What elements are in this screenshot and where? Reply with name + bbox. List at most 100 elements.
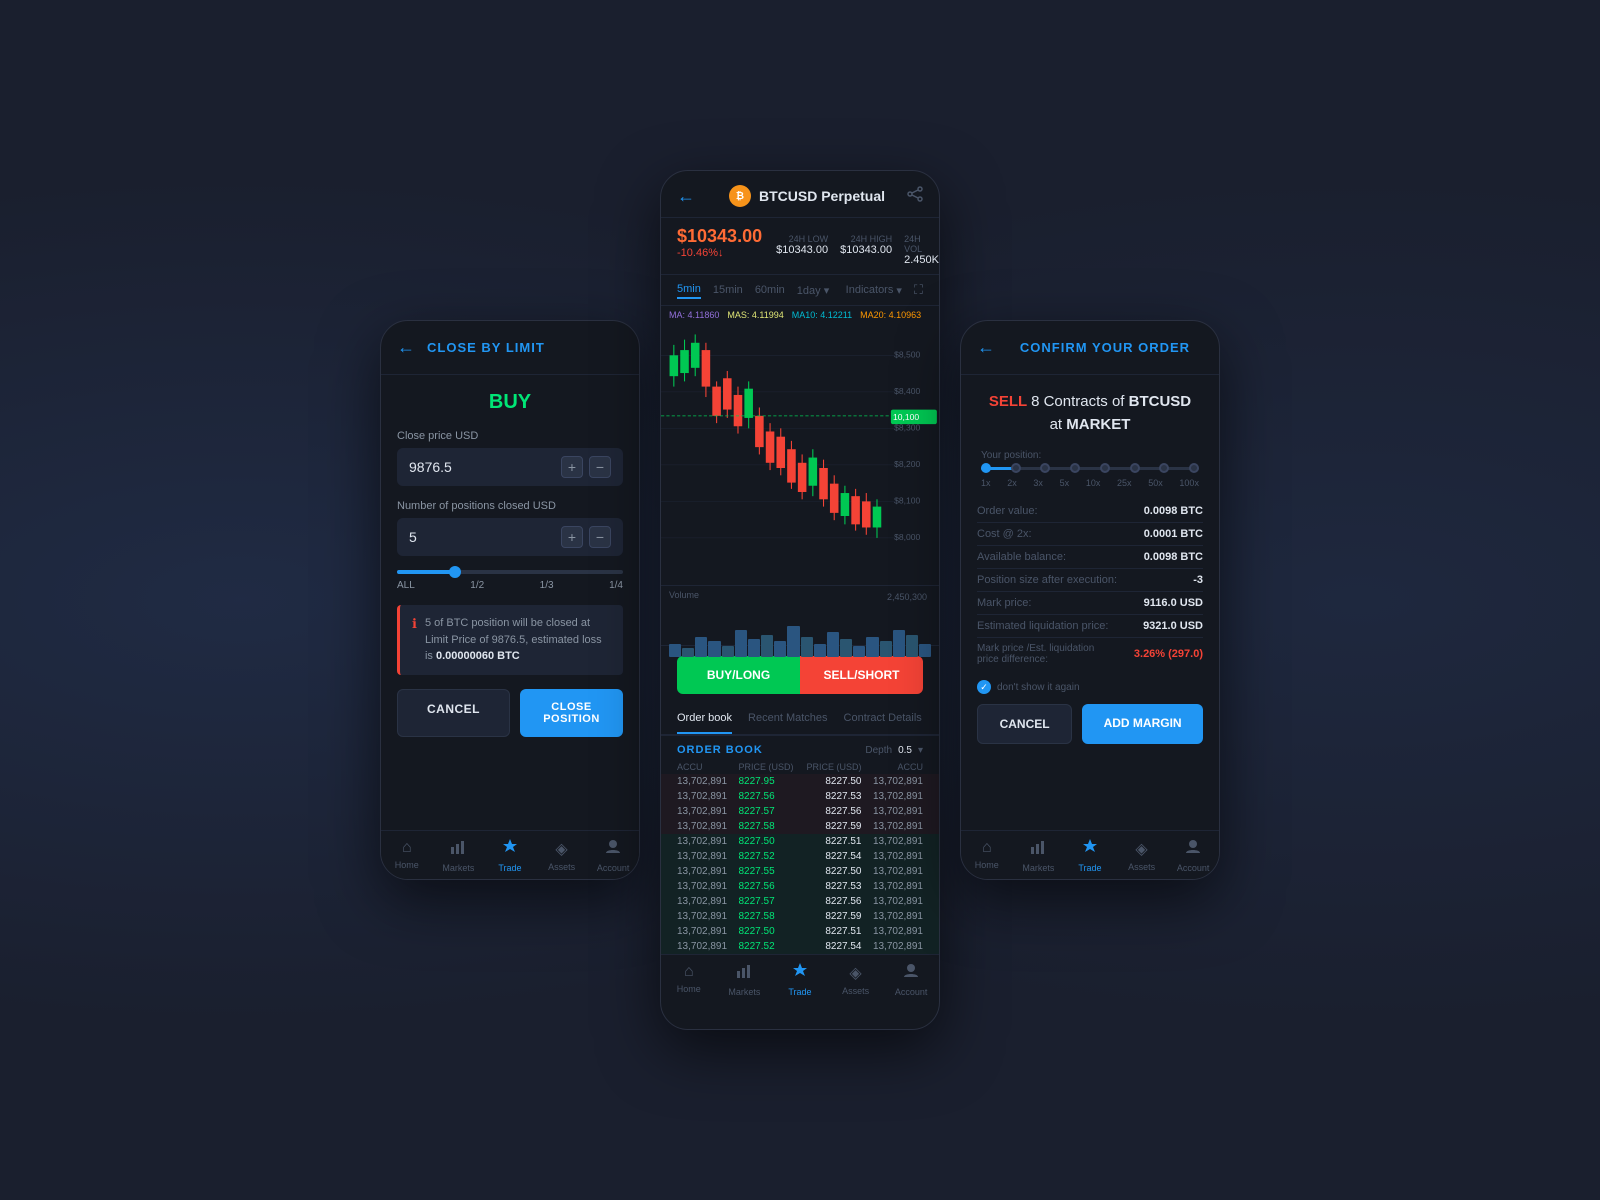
assets-icon: ◈ — [555, 839, 567, 859]
tab-15min[interactable]: 15min — [713, 282, 743, 298]
orderbook-row-8[interactable]: 13,702,891 8227.57 8227.56 13,702,891 — [661, 894, 939, 909]
accu-left: 13,702,891 — [677, 881, 739, 892]
account-label: Account — [1177, 863, 1210, 873]
add-margin-button[interactable]: ADD MARGIN — [1082, 704, 1203, 744]
close-price-input[interactable]: 9876.5 + − — [397, 448, 623, 486]
tab-recent-matches[interactable]: Recent Matches — [748, 704, 827, 734]
slider-label-quarter[interactable]: 1/4 — [609, 580, 623, 591]
right-nav-trade[interactable]: Trade — [1064, 839, 1116, 873]
col-accu-left: ACCU — [677, 762, 739, 772]
orderbook-row-2[interactable]: 13,702,891 8227.57 8227.56 13,702,891 — [661, 804, 939, 819]
buy-long-button[interactable]: BUY/LONG — [677, 656, 800, 694]
orderbook-row-11[interactable]: 13,702,891 8227.52 8227.54 13,702,891 — [661, 939, 939, 954]
detail-liquidation: Estimated liquidation price: 9321.0 USD — [977, 615, 1203, 638]
nav-trade[interactable]: Trade — [484, 839, 536, 873]
mult-1x: 1x — [981, 478, 991, 488]
action-buttons: CANCEL CLOSE POSITION — [397, 689, 623, 737]
chart-area: MA: 4.11860 MAS: 4.11994 MA10: 4.12211 M… — [661, 306, 939, 586]
slider-label-third[interactable]: 1/3 — [540, 580, 554, 591]
back-arrow-icon[interactable]: ← — [397, 337, 415, 358]
close-price-value: 9876.5 — [409, 459, 561, 475]
tab-orderbook[interactable]: Order book — [677, 704, 732, 734]
fullscreen-icon[interactable]: ⛶ — [914, 282, 923, 298]
center-nav-home[interactable]: ⌂ Home — [661, 963, 717, 997]
confirm-cancel-button[interactable]: CANCEL — [977, 704, 1072, 744]
orderbook-row-0[interactable]: 13,702,891 8227.95 8227.50 13,702,891 — [661, 774, 939, 789]
orderbook-row-3[interactable]: 13,702,891 8227.58 8227.59 13,702,891 — [661, 819, 939, 834]
nav-account[interactable]: Account — [587, 839, 639, 873]
indicators-btn[interactable]: Indicators▾ — [846, 284, 902, 297]
mult-2x: 2x — [1007, 478, 1017, 488]
positions-value: 5 — [409, 529, 561, 545]
tab-60min[interactable]: 60min — [755, 282, 785, 298]
center-nav-trade[interactable]: Trade — [772, 963, 828, 997]
order-action: SELL — [989, 393, 1031, 410]
tab-5min[interactable]: 5min — [677, 281, 701, 299]
account-label: Account — [597, 863, 630, 873]
coin-name: BTCUSD Perpetual — [759, 188, 885, 204]
position-slider[interactable]: ALL 1/2 1/3 1/4 — [397, 570, 623, 591]
vol-bar — [814, 644, 826, 658]
orderbook-row-1[interactable]: 13,702,891 8227.56 8227.53 13,702,891 — [661, 789, 939, 804]
tab-1day[interactable]: 1day ▾ — [797, 282, 829, 299]
right-back-arrow[interactable]: ← — [977, 337, 995, 358]
orderbook-row-6[interactable]: 13,702,891 8227.55 8227.50 13,702,891 — [661, 864, 939, 879]
right-nav-markets[interactable]: Markets — [1013, 839, 1065, 873]
accu-right: 13,702,891 — [862, 821, 924, 832]
tab-contract-details[interactable]: Contract Details — [844, 704, 922, 734]
depth-selector[interactable]: Depth 0.5 ▾ — [865, 745, 923, 756]
slider-label-half[interactable]: 1/2 — [470, 580, 484, 591]
svg-text:$8,400: $8,400 — [894, 386, 920, 396]
accu-left: 13,702,891 — [677, 836, 739, 847]
nav-markets[interactable]: Markets — [433, 839, 485, 873]
left-phone-title: CLOSE BY LIMIT — [427, 340, 545, 355]
accu-right: 13,702,891 — [862, 926, 924, 937]
center-nav-assets[interactable]: ◈ Assets — [828, 963, 884, 997]
vol-bar — [722, 646, 734, 657]
vol-bar — [840, 639, 852, 657]
price-red: 8227.56 — [800, 806, 862, 817]
pos-dot-1x — [981, 463, 991, 473]
orderbook-row-10[interactable]: 13,702,891 8227.50 8227.51 13,702,891 — [661, 924, 939, 939]
price-increase-btn[interactable]: + — [561, 456, 583, 478]
warning-text: 5 of BTC position will be closed at Limi… — [425, 615, 611, 665]
orderbook-row-5[interactable]: 13,702,891 8227.52 8227.54 13,702,891 — [661, 849, 939, 864]
cancel-button[interactable]: CANCEL — [397, 689, 510, 737]
detail-order-value: Order value: 0.0098 BTC — [977, 500, 1203, 523]
orderbook-row-4[interactable]: 13,702,891 8227.50 8227.51 13,702,891 — [661, 834, 939, 849]
price-green: 8227.50 — [739, 836, 801, 847]
detail-cost: Cost @ 2x: 0.0001 BTC — [977, 523, 1203, 546]
close-price-label: Close price USD — [397, 430, 623, 442]
mult-3x: 3x — [1033, 478, 1043, 488]
position-decrease-btn[interactable]: − — [589, 526, 611, 548]
svg-text:$8,100: $8,100 — [894, 496, 920, 506]
vol-bar — [919, 644, 931, 658]
home-label: Home — [677, 984, 701, 994]
orderbook-title: ORDER BOOK — [677, 744, 763, 756]
positions-input[interactable]: 5 + − — [397, 518, 623, 556]
right-nav-home[interactable]: ⌂ Home — [961, 839, 1013, 873]
price-red: 8227.51 — [800, 926, 862, 937]
center-nav-markets[interactable]: Markets — [717, 963, 773, 997]
right-nav-account[interactable]: Account — [1167, 839, 1219, 873]
orderbook-row-9[interactable]: 13,702,891 8227.58 8227.59 13,702,891 — [661, 909, 939, 924]
price-red: 8227.54 — [800, 941, 862, 952]
right-nav-assets[interactable]: ◈ Assets — [1116, 839, 1168, 873]
price-decrease-btn[interactable]: − — [589, 456, 611, 478]
position-increase-btn[interactable]: + — [561, 526, 583, 548]
sell-short-button[interactable]: SELL/SHORT — [800, 656, 923, 694]
dont-show-row[interactable]: ✓ don't show it again — [977, 680, 1203, 694]
orderbook-row-7[interactable]: 13,702,891 8227.56 8227.53 13,702,891 — [661, 879, 939, 894]
nav-assets[interactable]: ◈ Assets — [536, 839, 588, 873]
share-icon[interactable] — [907, 186, 923, 207]
center-back-arrow[interactable]: ← — [677, 186, 695, 207]
slider-label-all[interactable]: ALL — [397, 580, 415, 591]
accu-right: 13,702,891 — [862, 776, 924, 787]
center-nav-account[interactable]: Account — [883, 963, 939, 997]
vol-bar — [893, 630, 905, 657]
close-position-button[interactable]: CLOSE POSITION — [520, 689, 623, 737]
order-value-key: Order value: — [977, 505, 1038, 517]
position-slider[interactable]: Your position: 1x — [977, 450, 1203, 488]
price-green: 8227.55 — [739, 866, 801, 877]
nav-home[interactable]: ⌂ Home — [381, 839, 433, 873]
